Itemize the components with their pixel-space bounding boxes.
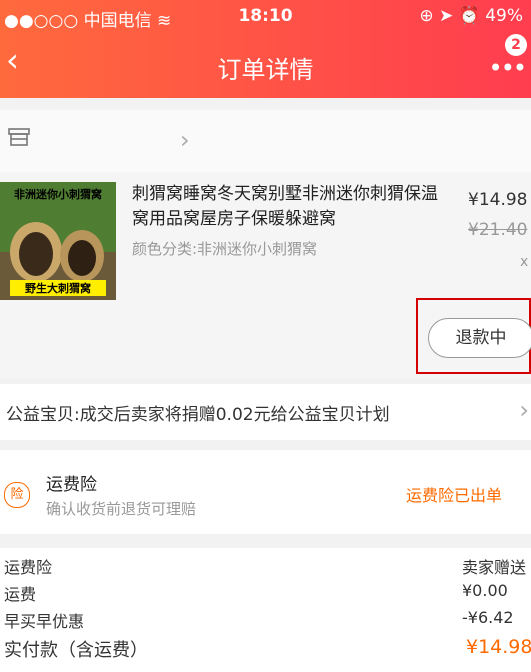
summary-label: 运费 (4, 585, 37, 604)
status-bar: ●●○○○ 中国电信 ≋ 18:10 ⊕ ➤ ⏰ 49% (0, 0, 531, 31)
charity-text: 公益宝贝:成交后卖家将捐赠0.02元给公益宝贝计划 (6, 405, 390, 425)
total-label: 实付款（含运费） (4, 640, 148, 661)
product-title[interactable]: 刺猬窝睡窝冬天窝别墅非洲迷你刺猬保温窝用品窝屋房子保暖躲避窝 (132, 182, 450, 232)
product-price: ¥14.98 (468, 190, 528, 210)
insurance-title: 运费险 (46, 475, 97, 495)
summary-label: 运费险 (4, 558, 53, 577)
refund-status-button[interactable]: 退款中 (428, 318, 531, 358)
product-quantity: x (520, 254, 529, 270)
product-spec: 颜色分类:非洲迷你小刺猬窝 (132, 240, 318, 258)
header: ●●○○○ 中国电信 ≋ 18:10 ⊕ ➤ ⏰ 49% ‹ 订单详情 2 ••… (0, 0, 531, 98)
chevron-right-icon: › (519, 396, 529, 424)
product-item[interactable]: 非洲迷你小刺猬窝 野生大刺猬窝 刺猬窝睡窝冬天窝别墅非洲迷你刺猬保温窝用品窝屋房… (0, 172, 531, 378)
total-row: 实付款（含运费） ¥14.98 (0, 636, 531, 662)
image-caption-top: 非洲迷你小刺猬窝 (14, 188, 102, 201)
image-caption-bottom: 野生大刺猬窝 (10, 280, 106, 296)
summary-row: 运费险 卖家赠送 (0, 554, 531, 580)
chevron-right-icon: › (180, 126, 190, 154)
summary-row: 运费 ¥0.00 (0, 581, 531, 607)
message-badge: 2 (505, 34, 527, 56)
more-icon[interactable]: ••• (489, 54, 527, 82)
payment-summary: 运费险 卖家赠送 运费 ¥0.00 早买早优惠 -¥6.42 实付款（含运费） … (0, 548, 531, 672)
charity-row[interactable]: 公益宝贝:成交后卖家将捐赠0.02元给公益宝贝计划 › (0, 384, 531, 440)
original-price: ¥21.40 (468, 220, 528, 240)
summary-value: 卖家赠送 (462, 558, 527, 577)
store-icon (8, 128, 30, 146)
product-image[interactable]: 非洲迷你小刺猬窝 野生大刺猬窝 (0, 182, 116, 300)
shop-row[interactable]: › (0, 110, 531, 172)
summary-label: 早买早优惠 (4, 612, 85, 631)
shipping-insurance-row[interactable]: 险 运费险 确认收货前退货可理赔 运费险已出单 (0, 450, 531, 534)
insurance-icon: 险 (4, 482, 30, 508)
total-value: ¥14.98 (466, 636, 531, 658)
summary-row: 早买早优惠 -¥6.42 (0, 608, 531, 634)
page-title: 订单详情 (217, 56, 314, 84)
insurance-subtitle: 确认收货前退货可理赔 (46, 500, 197, 518)
insurance-status[interactable]: 运费险已出单 (406, 482, 502, 506)
summary-value: ¥0.00 (462, 581, 508, 600)
summary-value: -¥6.42 (462, 608, 514, 627)
status-indicators: ⊕ ➤ ⏰ 49% (419, 6, 523, 26)
highlight-box: 退款中 (416, 298, 531, 374)
